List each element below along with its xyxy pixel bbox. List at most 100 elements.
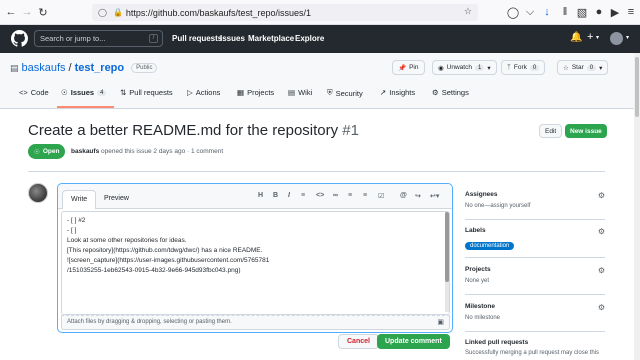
repo-path-separator: / bbox=[68, 62, 72, 74]
comment-textarea[interactable]: - [ ] #2 - [ ] Look at some other reposi… bbox=[61, 211, 450, 315]
notification-bell-icon[interactable]: 🔔 bbox=[570, 32, 582, 43]
library-icon[interactable]: ‖ bbox=[558, 5, 572, 19]
chevron-down-icon: ▾ bbox=[599, 64, 603, 72]
cancel-button[interactable]: Cancel bbox=[338, 334, 379, 349]
textarea-line: [This repository](https://github.com/tdw… bbox=[67, 247, 263, 254]
gear-icon[interactable]: ⚙ bbox=[598, 266, 605, 275]
graph-icon: ↗ bbox=[380, 88, 387, 97]
fork-button[interactable]: ᛉ Fork 0 bbox=[501, 60, 546, 75]
tab-label: Settings bbox=[441, 88, 469, 97]
page-scrollbar-thumb[interactable] bbox=[635, 57, 639, 117]
tab-settings[interactable]: ⚙ Settings bbox=[432, 88, 469, 97]
author-link[interactable]: baskaufs bbox=[71, 148, 99, 155]
bullet-list-icon[interactable]: ≡ bbox=[348, 192, 352, 199]
sidebar-title: Milestone bbox=[465, 303, 495, 310]
tab-label: Wiki bbox=[298, 88, 313, 97]
sidebar-projects[interactable]: Projects None yet ⚙ bbox=[465, 266, 605, 296]
pin-button[interactable]: 📌 Pin bbox=[392, 60, 425, 75]
download-icon[interactable]: ↓ bbox=[540, 5, 554, 19]
star-button[interactable]: ☆ Star 0 ▾ bbox=[557, 60, 609, 75]
github-logo-icon[interactable] bbox=[11, 30, 28, 47]
menu-icon[interactable]: ≡ bbox=[624, 5, 638, 19]
sidebar-linked-pull-requests[interactable]: Linked pull requests Successfully mergin… bbox=[465, 339, 605, 360]
extensions-icon[interactable]: ▶ bbox=[608, 5, 622, 19]
shield-icon: ⛨ bbox=[327, 88, 333, 97]
assignees-value[interactable]: No one—assign yourself bbox=[465, 203, 605, 209]
sidebar-milestone[interactable]: Milestone No milestone ⚙ bbox=[465, 303, 605, 333]
avatar[interactable] bbox=[610, 32, 623, 45]
star-icon: ☆ bbox=[563, 64, 569, 72]
gear-icon: ⚙ bbox=[432, 88, 439, 97]
tab-label: Security bbox=[335, 88, 363, 98]
repo-owner-link[interactable]: baskaufs bbox=[22, 62, 66, 74]
nav-marketplace[interactable]: Marketplace bbox=[248, 34, 294, 43]
star-count: 0 bbox=[586, 64, 597, 71]
forward-icon[interactable]: → bbox=[20, 5, 34, 19]
nav-explore[interactable]: Explore bbox=[295, 34, 324, 43]
edit-button[interactable]: Edit bbox=[539, 124, 563, 138]
italic-icon[interactable]: I bbox=[288, 192, 290, 199]
code-icon[interactable]: <> bbox=[316, 192, 324, 199]
repo-name-link[interactable]: test_repo bbox=[75, 62, 125, 74]
attach-files-bar[interactable]: Attach files by dragging & dropping, sel… bbox=[61, 315, 450, 330]
tab-insights[interactable]: ↗ Insights bbox=[380, 88, 415, 97]
task-list-icon[interactable]: ☑ bbox=[378, 192, 384, 200]
pin-icon: 📌 bbox=[398, 64, 407, 72]
bookmark-star-icon[interactable]: ☆ bbox=[464, 6, 472, 17]
tab-preview[interactable]: Preview bbox=[96, 190, 137, 209]
tab-projects[interactable]: ▦ Projects bbox=[237, 88, 274, 97]
reference-icon[interactable]: ↪ bbox=[415, 192, 421, 200]
tab-write[interactable]: Write bbox=[62, 190, 97, 209]
address-bar[interactable]: ◯ 🔒 https://github.com/baskaufs/test_rep… bbox=[92, 4, 478, 21]
mention-icon[interactable]: @ bbox=[400, 192, 407, 199]
repo-title: ▤ baskaufs / test_repo Public bbox=[10, 62, 158, 74]
gear-icon[interactable]: ⚙ bbox=[598, 191, 605, 200]
reload-icon[interactable]: ↻ bbox=[36, 5, 50, 19]
tab-security[interactable]: ⛨ Security bbox=[327, 88, 363, 98]
textarea-line: - [ ] #2 bbox=[67, 217, 86, 224]
gear-icon[interactable]: ⚙ bbox=[598, 227, 605, 236]
tab-code[interactable]: <> Code bbox=[19, 88, 49, 97]
tab-label: Projects bbox=[247, 88, 275, 97]
linked-value: Successfully merging a pull request may … bbox=[465, 350, 600, 356]
browser-toolbar: ← → ↻ ◯ 🔒 https://github.com/baskaufs/te… bbox=[0, 0, 640, 25]
sidebar-icon[interactable]: ▧ bbox=[575, 5, 589, 19]
editor-toolbar: Write Preview H B I ≡ <> ∞ ≡ ≡ ☑ @ ↪ ↩▾ bbox=[58, 184, 452, 209]
sidebar-assignees[interactable]: Assignees No one—assign yourself ⚙ bbox=[465, 191, 605, 221]
quote-icon[interactable]: ≡ bbox=[301, 192, 305, 199]
pocket-icon[interactable]: ⌵ bbox=[523, 5, 537, 19]
back-icon[interactable]: ← bbox=[4, 5, 18, 19]
sidebar-labels[interactable]: Labels documentation ⚙ bbox=[465, 227, 605, 257]
nav-pull-requests[interactable]: Pull requests bbox=[172, 34, 222, 43]
unwatch-button[interactable]: ◉ Unwatch 1 ▾ bbox=[432, 60, 497, 75]
search-input[interactable]: Search or jump to... / bbox=[34, 30, 163, 47]
sidebar-title: Linked pull requests bbox=[465, 339, 529, 346]
new-issue-button[interactable]: New issue bbox=[565, 124, 607, 138]
plus-icon[interactable]: + bbox=[587, 31, 593, 43]
issue-number: #1 bbox=[342, 122, 359, 139]
update-comment-button[interactable]: Update comment bbox=[377, 334, 450, 349]
link-icon[interactable]: ∞ bbox=[333, 192, 338, 199]
code-icon: <> bbox=[19, 88, 28, 97]
tab-actions[interactable]: ▷ Actions bbox=[187, 88, 220, 97]
label-badge[interactable]: documentation bbox=[465, 242, 515, 250]
shield-outline-icon[interactable]: ◯ bbox=[506, 5, 520, 19]
numbered-list-icon[interactable]: ≡ bbox=[363, 192, 367, 199]
tab-pull-requests[interactable]: ⇅ Pull requests bbox=[120, 88, 173, 97]
reply-icon[interactable]: ↩▾ bbox=[430, 192, 439, 200]
tab-label: Insights bbox=[389, 88, 416, 97]
comment-editor: Write Preview H B I ≡ <> ∞ ≡ ≡ ☑ @ ↪ ↩▾ … bbox=[57, 183, 453, 333]
page-scrollbar[interactable] bbox=[634, 53, 640, 360]
nav-issues[interactable]: Issues bbox=[220, 34, 245, 43]
tab-issues[interactable]: ☉ Issues 4 bbox=[61, 88, 107, 97]
avatar[interactable] bbox=[28, 183, 48, 203]
sidebar-title: Assignees bbox=[465, 191, 498, 198]
fork-icon: ᛉ bbox=[507, 64, 511, 71]
textarea-scrollbar-thumb[interactable] bbox=[445, 212, 449, 282]
bold-icon[interactable]: B bbox=[273, 192, 278, 199]
tab-label: Pull requests bbox=[129, 88, 173, 97]
heading-icon[interactable]: H bbox=[258, 192, 263, 199]
gear-icon[interactable]: ⚙ bbox=[598, 303, 605, 312]
account-icon[interactable]: ● bbox=[592, 5, 606, 19]
tab-wiki[interactable]: ▤ Wiki bbox=[288, 88, 312, 97]
